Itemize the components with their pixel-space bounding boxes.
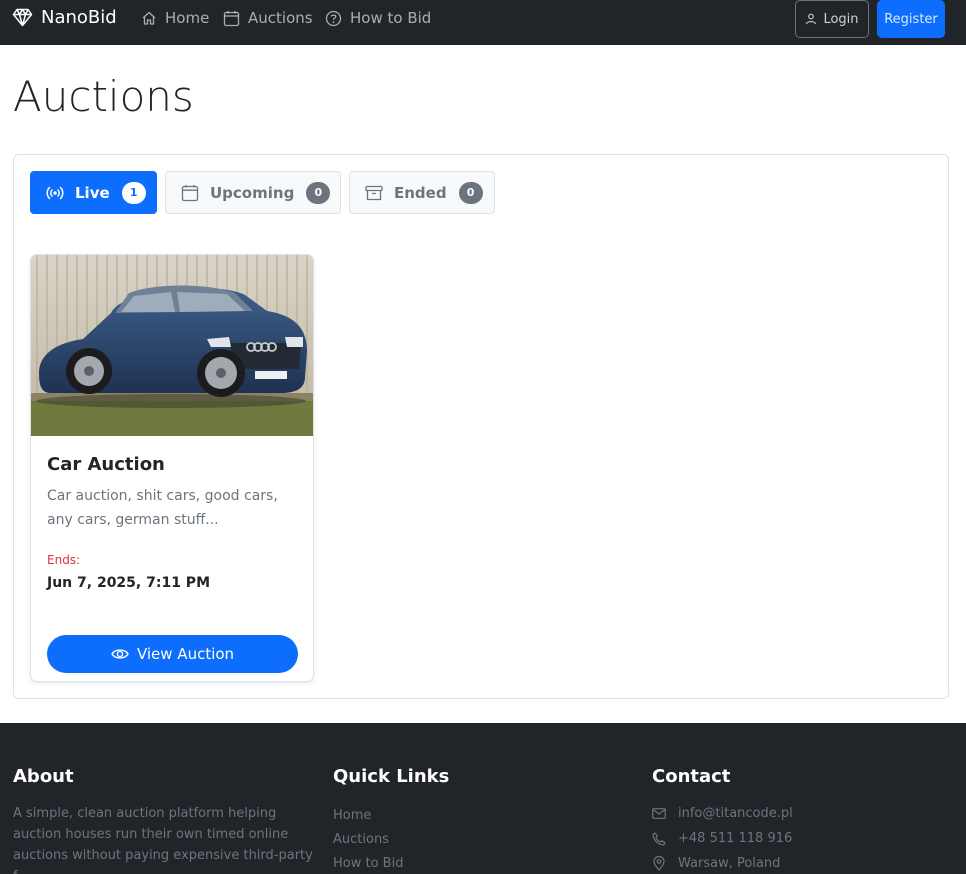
gem-icon <box>12 8 33 27</box>
auction-description: Car auction, shit cars, good cars, any c… <box>47 488 278 528</box>
register-label: Register <box>884 11 938 27</box>
footer-location-text: Warsaw, Poland <box>678 856 781 871</box>
brand-name: NanoBid <box>41 7 117 28</box>
envelope-icon <box>652 808 666 819</box>
ends-date: Jun 7, 2025, 7:11 PM <box>47 575 210 591</box>
tab-live-label: Live <box>75 183 110 202</box>
nav-auctions[interactable]: Auctions <box>223 9 313 27</box>
nav-home-label: Home <box>165 9 210 27</box>
phone-icon <box>652 831 666 846</box>
brand-link[interactable]: NanoBid <box>12 7 117 28</box>
login-label: Login <box>823 11 859 27</box>
eye-icon <box>111 649 129 659</box>
footer-about-text: A simple, clean auction platform helping… <box>13 806 313 874</box>
tab-ended-label: Ended <box>394 183 447 202</box>
footer-links-heading: Quick Links <box>333 766 450 787</box>
page-title: Auctions <box>13 72 194 121</box>
footer-email-text: info@titancode.pl <box>678 806 793 821</box>
person-icon <box>806 13 817 25</box>
footer-link-auctions[interactable]: Auctions <box>333 832 389 847</box>
question-circle-icon <box>325 10 342 26</box>
footer-about-heading: About <box>13 766 74 787</box>
house-icon <box>142 11 156 25</box>
footer-contact-heading: Contact <box>652 766 731 787</box>
footer-contact-phone[interactable]: +48 511 118 916 <box>652 831 792 846</box>
calendar-icon <box>223 10 240 26</box>
car-photo <box>31 255 313 436</box>
tab-upcoming[interactable]: Upcoming 0 <box>165 171 341 214</box>
ends-label: Ends: <box>47 553 81 567</box>
nav-home[interactable]: Home <box>141 9 209 27</box>
ended-count-badge: 0 <box>458 181 483 204</box>
calendar-icon <box>181 184 199 201</box>
navbar: NanoBid Home Auctions How to Bid Login R… <box>0 0 966 45</box>
footer-link-home[interactable]: Home <box>333 808 371 823</box>
view-auction-label: View Auction <box>136 645 235 663</box>
auction-card: Car Auction Car auction, shit cars, good… <box>30 254 314 682</box>
register-button[interactable]: Register <box>877 0 945 38</box>
view-auction-button[interactable]: View Auction <box>47 635 298 673</box>
nav-auctions-label: Auctions <box>248 9 313 27</box>
upcoming-count-badge: 0 <box>306 181 331 204</box>
archive-icon <box>365 185 383 200</box>
live-count-badge: 1 <box>121 181 146 204</box>
login-button[interactable]: Login <box>795 0 869 38</box>
tab-ended[interactable]: Ended 0 <box>349 171 495 214</box>
auction-title: Car Auction <box>47 454 165 475</box>
footer: About A simple, clean auction platform h… <box>0 723 966 874</box>
nav-how-to-bid-label: How to Bid <box>350 9 432 27</box>
footer-contact-location: Warsaw, Poland <box>652 856 780 871</box>
footer-phone-text: +48 511 118 916 <box>678 831 793 846</box>
footer-link-how-to-bid[interactable]: How to Bid <box>333 856 403 871</box>
tab-upcoming-label: Upcoming <box>210 183 295 202</box>
footer-contact-email[interactable]: info@titancode.pl <box>652 806 793 821</box>
geo-pin-icon <box>653 856 665 871</box>
tab-live[interactable]: Live 1 <box>30 171 157 214</box>
nav-how-to-bid[interactable]: How to Bid <box>325 9 431 27</box>
broadcast-icon <box>46 186 64 199</box>
